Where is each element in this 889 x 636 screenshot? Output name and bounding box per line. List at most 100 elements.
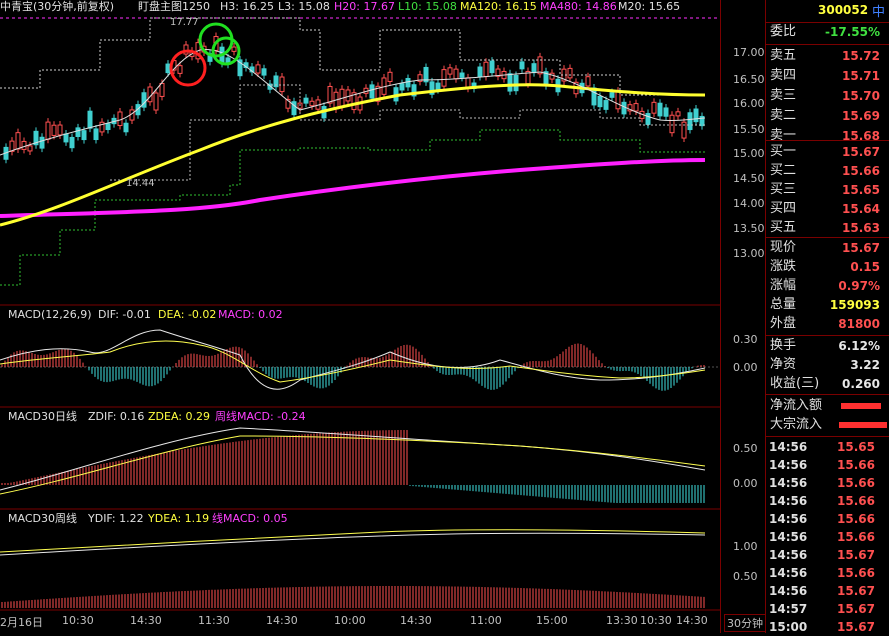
candle-body — [603, 100, 609, 110]
candle-body — [309, 100, 315, 107]
ask-price[interactable]: 15.71 — [842, 66, 880, 86]
tick-row: 14:56 15.65 — [769, 440, 875, 454]
stock-name-short: 中 — [872, 5, 886, 20]
candle-body — [669, 114, 675, 134]
x-tick: 11:00 — [470, 614, 502, 627]
zdif-label: ZDIF: 0.16 — [88, 410, 145, 423]
candle-body — [255, 64, 261, 74]
candle-body — [609, 92, 615, 98]
candle-body — [675, 111, 681, 117]
stat-label: 涨跌 — [770, 259, 797, 274]
candle-body — [687, 112, 693, 131]
x-tick: 15:00 — [536, 614, 568, 627]
candle-body — [693, 108, 699, 123]
macd-y-tick: 0.00 — [733, 361, 758, 374]
macd30w-histogram — [1, 586, 705, 608]
macd30d-y-tick: 0.50 — [733, 442, 758, 455]
candle-body — [513, 74, 519, 92]
bid-label: 买五 — [770, 220, 797, 235]
y-tick: 13.50 — [733, 222, 765, 235]
flow-bar — [841, 403, 881, 409]
candle-body — [177, 65, 183, 74]
candle-body — [231, 46, 237, 52]
candle-body — [303, 97, 309, 104]
candle-body — [585, 76, 591, 87]
bid-price[interactable]: 15.66 — [842, 161, 880, 181]
ratio-label: 委比 — [770, 24, 797, 39]
x-tick: 13:30 — [606, 614, 638, 627]
stat-value: 3.22 — [850, 358, 880, 372]
macd30d-y-tick: 0.00 — [733, 477, 758, 490]
x-tick: 14:30 — [676, 614, 708, 627]
candle-body — [45, 121, 51, 140]
candle-body — [615, 90, 621, 110]
bid-price[interactable]: 15.67 — [842, 142, 880, 162]
y-tick: 16.50 — [733, 73, 765, 86]
candle-body — [477, 66, 483, 77]
candle-body — [105, 123, 111, 131]
candle-body — [279, 76, 285, 93]
chart-title: 中青宝(30分钟,前复权) — [0, 0, 115, 13]
bid-price[interactable]: 15.64 — [842, 199, 880, 219]
ask-price[interactable]: 15.72 — [842, 46, 880, 66]
ma120-label: MA120: 16.15 — [460, 0, 537, 13]
stat-value: 159093 — [829, 298, 880, 312]
stat-label: 收益(三) — [770, 376, 820, 391]
ask-label: 卖四 — [770, 68, 797, 83]
bid-label: 买二 — [770, 163, 797, 178]
candle-body — [657, 102, 663, 117]
macd30w-y-tick: 0.50 — [733, 570, 758, 583]
bid-label: 买一 — [770, 144, 797, 159]
overlay-label: 盯盘主图1250 — [138, 0, 210, 13]
stat-label: 净资 — [770, 357, 797, 372]
flow-block: 净流入额 大宗流入 — [766, 396, 889, 436]
x-tick: 14:30 — [266, 614, 298, 627]
candle-body — [153, 92, 159, 111]
bid-price[interactable]: 15.63 — [842, 218, 880, 238]
quote-header: 300052 中 — [766, 0, 889, 22]
stat-label: 外盘 — [770, 316, 797, 331]
tick-row: 14:56 15.67 — [769, 548, 875, 562]
x-tick: 10:30 — [640, 614, 672, 627]
candle-body — [633, 103, 639, 112]
candle-body — [651, 101, 657, 114]
flow-label: 净流入额 — [770, 398, 823, 413]
ratio-value: -17.55% — [825, 25, 880, 39]
y-tick: 15.00 — [733, 147, 765, 160]
period-selector[interactable]: 30分钟 — [724, 614, 766, 632]
ydea-line — [0, 532, 706, 556]
ask-list: 卖五 15.72 卖四 15.71 卖三 15.70 卖二 15.69 卖一 15.68 — [766, 46, 889, 146]
ydif-label: YDIF: 1.22 — [88, 512, 144, 525]
candle-body — [261, 68, 267, 76]
x-tick: 14:30 — [130, 614, 162, 627]
tick-list[interactable]: 14:56 15.65 14:56 15.66 14:56 15.66 14:56 15… — [766, 438, 889, 634]
axis-separator — [720, 0, 721, 633]
macd30d-histogram — [1, 430, 705, 503]
stat-label: 涨幅 — [770, 278, 797, 293]
high-marker-label: 17.77 — [170, 17, 199, 28]
ask-price[interactable]: 15.69 — [842, 106, 880, 126]
ma480-label: MA480: 14.86 — [540, 0, 617, 13]
ydea-label: YDEA: 1.19 — [148, 512, 210, 525]
x-tick: 10:30 — [62, 614, 94, 627]
candle-body — [75, 127, 81, 138]
candle-body — [645, 113, 651, 125]
zmacd-label: 周线MACD: -0.24 — [215, 410, 306, 423]
candle-body — [57, 124, 63, 136]
y-tick: 14.00 — [733, 197, 765, 210]
ask-price[interactable]: 15.70 — [842, 86, 880, 106]
divider — [766, 436, 889, 437]
h20-line — [0, 17, 700, 96]
stat-label: 现价 — [770, 240, 797, 255]
dif-line — [0, 329, 706, 390]
candle-body — [399, 83, 405, 91]
candle-body — [27, 145, 33, 152]
y-tick: 16.00 — [733, 97, 765, 110]
macd30w-title: MACD30周线 — [8, 512, 77, 525]
l10-line — [0, 129, 705, 286]
tick-row: 14:56 15.66 — [769, 530, 875, 544]
candle-body — [63, 133, 69, 143]
macd-title: MACD(12,26,9) — [8, 308, 92, 321]
bid-price[interactable]: 15.65 — [842, 180, 880, 200]
tick-row: 14:57 15.67 — [769, 602, 875, 616]
